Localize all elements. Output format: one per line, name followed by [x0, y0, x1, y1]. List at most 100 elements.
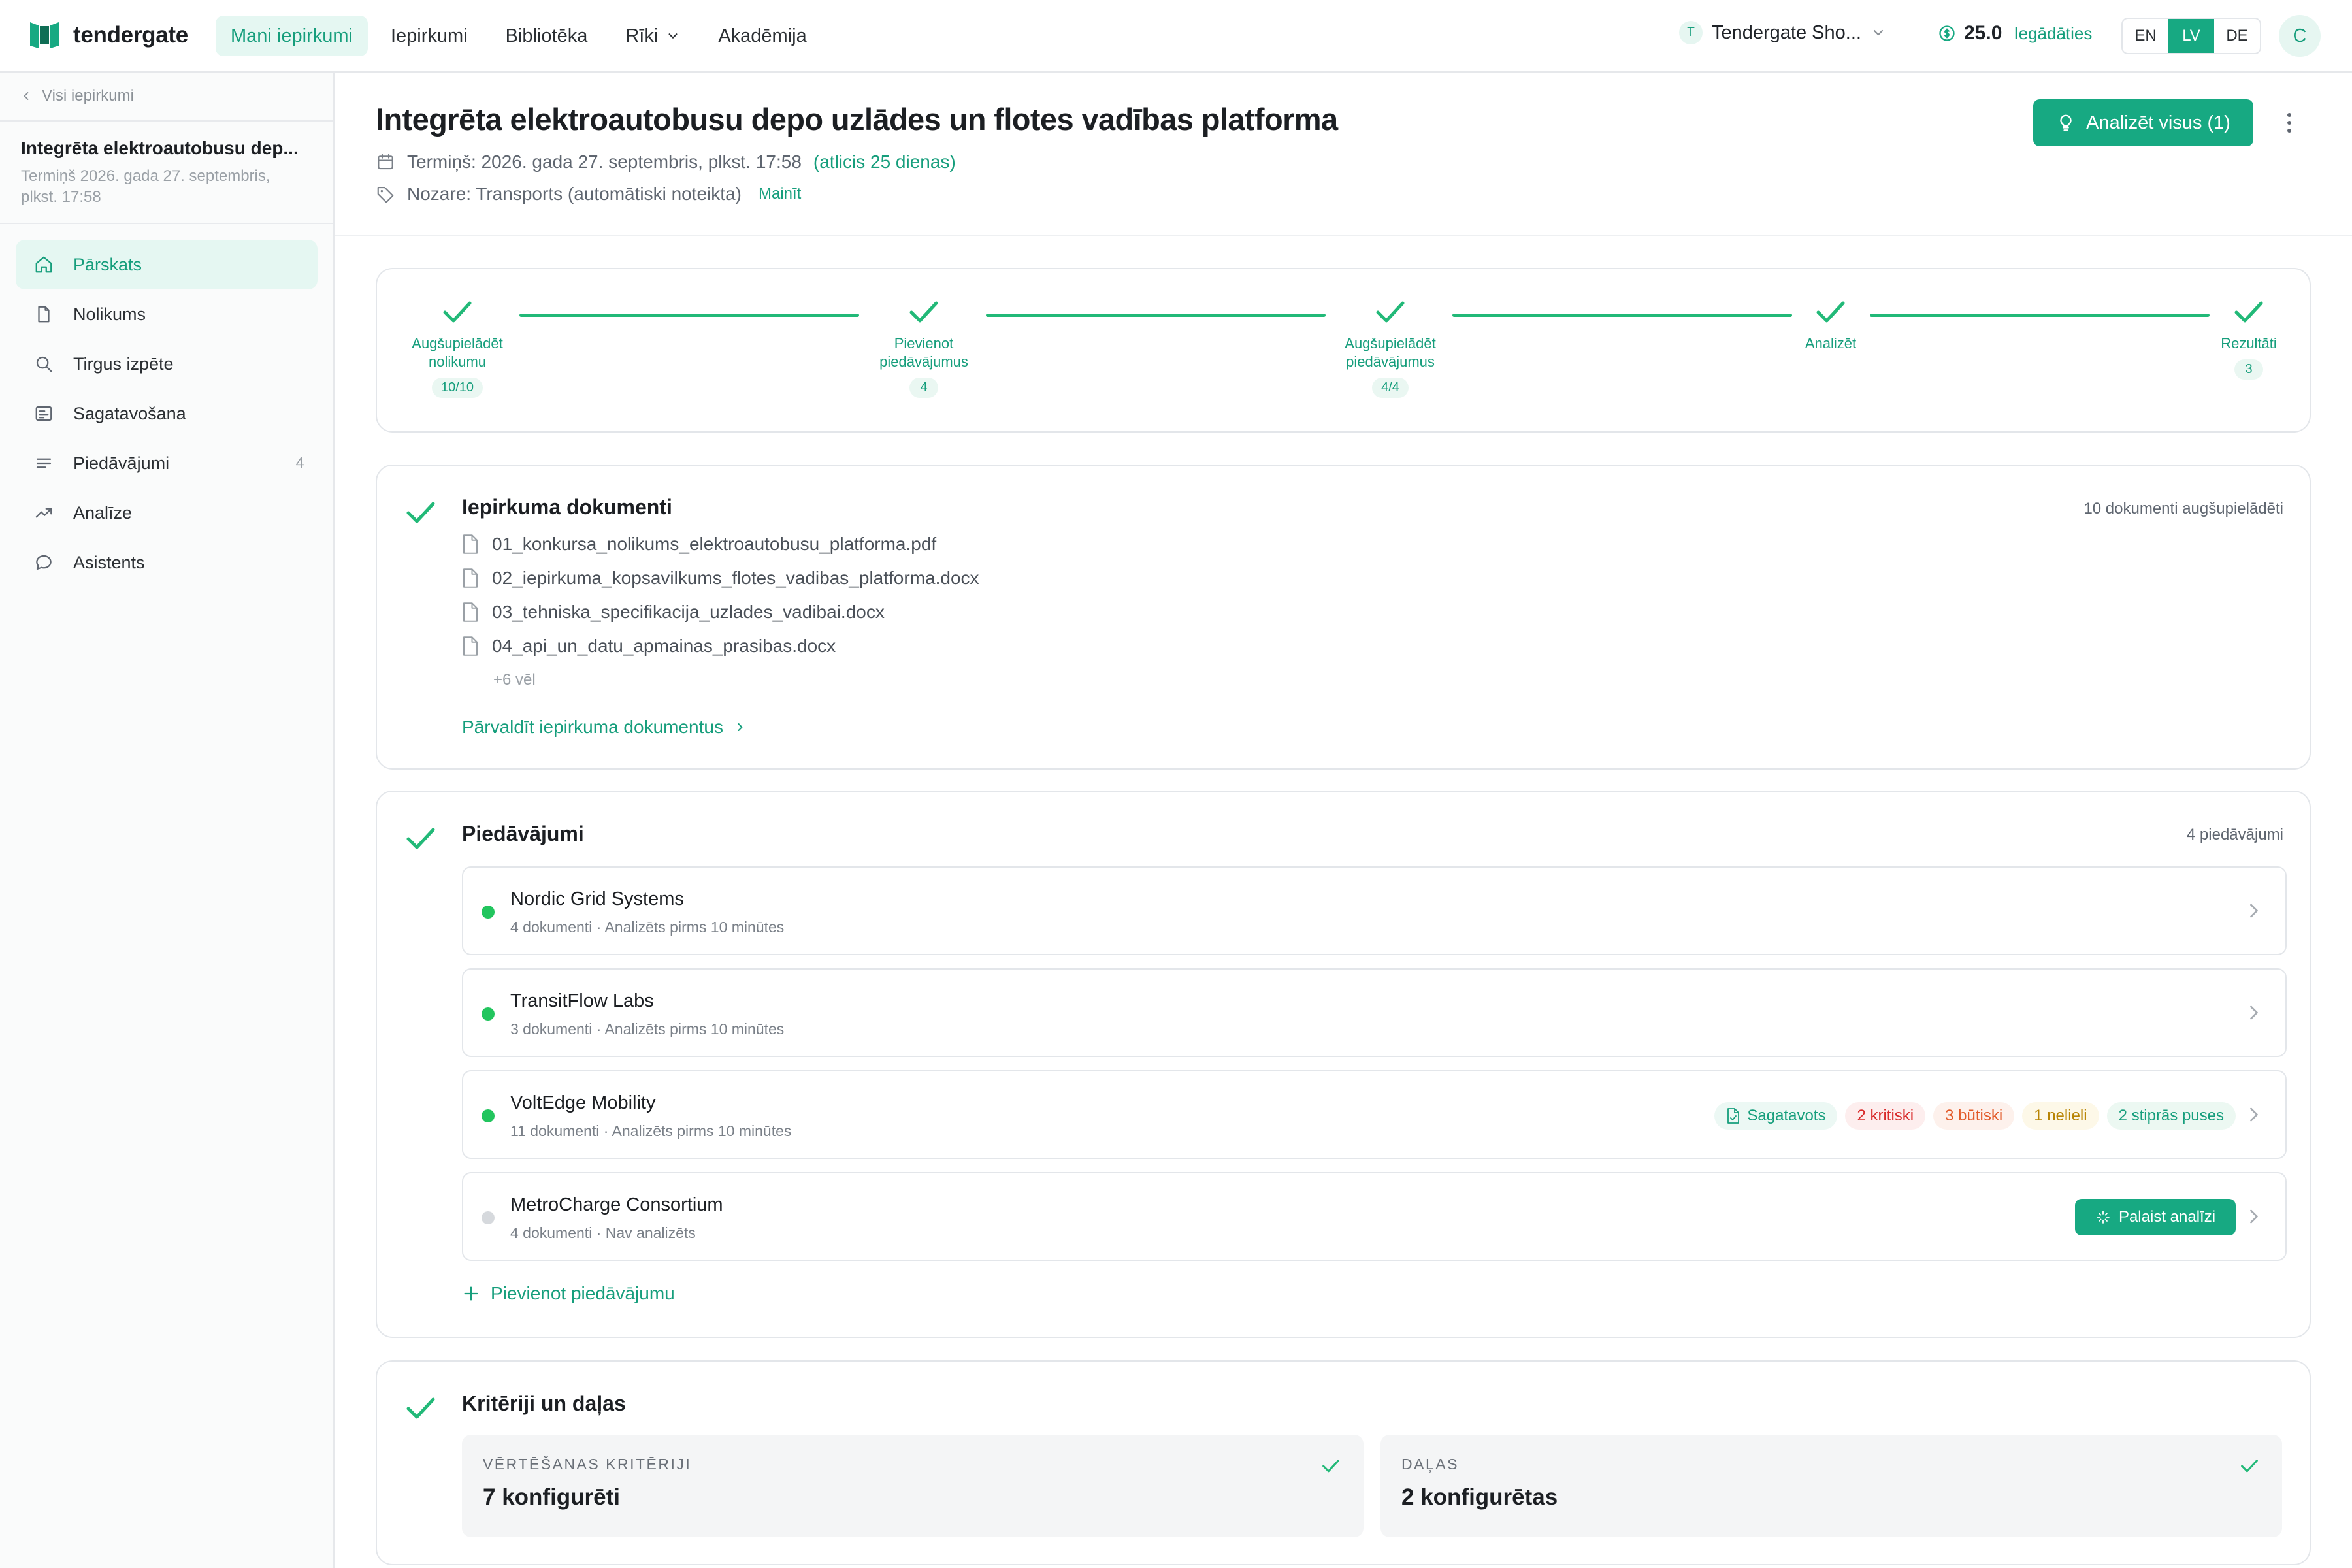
file-icon: [463, 602, 478, 622]
document-item[interactable]: 02_iepirkuma_kopsavilkums_flotes_vadibas…: [462, 568, 979, 589]
organization-switcher[interactable]: T Tendergate Sho...: [1679, 21, 1886, 44]
prepared-badge: Sagatavots: [1714, 1102, 1838, 1130]
back-label: Visi iepirkumi: [42, 87, 134, 105]
sidebar-item-label: Nolikums: [73, 304, 146, 324]
analyze-all-button[interactable]: Analizēt visus (1): [2033, 99, 2253, 146]
sidebar-item-label: Piedāvājumi: [73, 453, 170, 473]
nav-academy[interactable]: Akadēmija: [703, 16, 821, 56]
sidebar-item-regulations[interactable]: Nolikums: [16, 289, 318, 339]
deadline-remaining: (atlicis 25 dienas): [813, 152, 956, 172]
lang-en[interactable]: EN: [2123, 19, 2168, 53]
user-avatar[interactable]: C: [2279, 15, 2321, 57]
brand-name: tendergate: [73, 22, 188, 48]
minor-badge: 1 nelieli: [2022, 1102, 2099, 1130]
header-divider: [335, 235, 2352, 236]
evaluation-criteria-box[interactable]: VĒRTĒŠANAS KRITĒRIJI 7 konfigurēti: [462, 1435, 1364, 1537]
buy-credits-link[interactable]: Iegādāties: [2014, 24, 2092, 44]
file-icon: [463, 534, 478, 554]
bid-meta: 11 dokumenti · Analizēts pirms 10 minūte…: [510, 1122, 792, 1139]
card-title: Piedāvājumi: [462, 822, 584, 845]
nav-label: Bibliotēka: [505, 25, 588, 46]
divider: [0, 223, 333, 224]
document-item[interactable]: 03_tehniska_specifikacija_uzlades_vadiba…: [462, 602, 885, 623]
bids-card: Piedāvājumi 4 piedāvājumi Nordic Grid Sy…: [376, 791, 2311, 1338]
sidebar-item-assistant[interactable]: Asistents: [16, 538, 318, 587]
bid-name: MetroCharge Consortium: [510, 1194, 723, 1215]
bid-tags: Sagatavots 2 kritiski 3 būtiski 1 neliel…: [1714, 1102, 2236, 1130]
lang-de[interactable]: DE: [2214, 19, 2260, 53]
credits-balance: 25.0 Iegādāties: [1938, 22, 2092, 44]
bid-name: TransitFlow Labs: [510, 990, 654, 1011]
check-icon: [443, 301, 472, 323]
status-dot: [482, 1007, 495, 1021]
document-icon: [33, 303, 55, 325]
bid-row[interactable]: TransitFlow Labs 3 dokumenti · Analizēts…: [462, 968, 2287, 1057]
nav-tools-dropdown[interactable]: Rīki: [610, 16, 695, 56]
sparkle-icon: [2097, 1211, 2110, 1224]
nav-tenders[interactable]: Iepirkumi: [376, 16, 483, 56]
file-check-icon: [1727, 1108, 1740, 1124]
bid-row[interactable]: MetroCharge Consortium 4 dokumenti · Nav…: [462, 1172, 2287, 1261]
document-item[interactable]: 04_api_un_datu_apmainas_prasibas.docx: [462, 636, 836, 657]
sector-text: Nozare: Transports (automātiski noteikta…: [407, 184, 742, 204]
bid-meta: 4 dokumenti · Nav analizēts: [510, 1224, 696, 1241]
plus-icon: [464, 1286, 478, 1301]
check-icon: [1376, 301, 1405, 323]
document-name: 01_konkursa_nolikums_elektroautobusu_pla…: [492, 534, 937, 554]
nav-my-tenders[interactable]: Mani iepirkumi: [216, 16, 368, 56]
step-analyze[interactable]: Analizēt: [1798, 299, 1863, 353]
step-results[interactable]: Rezultāti 3: [2213, 299, 2285, 380]
sidebar-tender-title: Integrēta elektroautobusu dep...: [21, 138, 299, 158]
status-dot: [482, 906, 495, 919]
sidebar-item-label: Pārskats: [73, 254, 142, 274]
more-options-button[interactable]: [2276, 108, 2302, 137]
step-upload-bids[interactable]: Augšupielādēt piedāvājumus 4/4: [1331, 299, 1449, 398]
chevron-right-icon: [2250, 1107, 2258, 1122]
check-icon: [1322, 1460, 1339, 1473]
step-add-bids[interactable]: Pievienot piedāvājumus 4: [865, 299, 983, 398]
more-vertical-icon: [2287, 113, 2291, 133]
tender-documents-card: Iepirkuma dokumenti 10 dokumenti augšupi…: [376, 465, 2311, 770]
chat-icon: [33, 551, 55, 574]
lang-lv[interactable]: LV: [2168, 19, 2214, 53]
sidebar: Visi iepirkumi Integrēta elektroautobusu…: [0, 73, 335, 1568]
critical-badge: 2 kritiski: [1845, 1102, 1926, 1130]
nav-library[interactable]: Bibliotēka: [491, 16, 603, 56]
prepared-label: Sagatavots: [1747, 1107, 1826, 1124]
lots-value: 2 konfigurētas: [1401, 1484, 1558, 1510]
step-connector: [1870, 314, 2210, 317]
run-analysis-label: Palaist analīzi: [2118, 1208, 2216, 1226]
criteria-value: 7 konfigurēti: [483, 1484, 621, 1510]
bid-row[interactable]: Nordic Grid Systems 4 dokumenti · Analiz…: [462, 866, 2287, 955]
check-icon: [406, 502, 435, 523]
run-analysis-button[interactable]: Palaist analīzi: [2075, 1199, 2236, 1235]
step-label: Augšupielādēt nolikumu: [412, 335, 503, 370]
file-icon: [463, 568, 478, 588]
add-bid-link[interactable]: Pievienot piedāvājumu: [462, 1283, 675, 1304]
sidebar-item-analysis[interactable]: Analīze: [16, 488, 318, 538]
more-documents-text: +6 vēl: [493, 671, 536, 689]
bid-meta: 3 dokumenti · Analizēts pirms 10 minūtes: [510, 1021, 785, 1037]
document-item[interactable]: 01_konkursa_nolikums_elektroautobusu_pla…: [462, 534, 936, 555]
manage-documents-link[interactable]: Pārvaldīt iepirkuma dokumentus: [462, 717, 747, 738]
bid-row[interactable]: VoltEdge Mobility 11 dokumenti · Analizē…: [462, 1070, 2287, 1159]
chevron-right-icon: [2250, 1209, 2258, 1224]
criteria-label: VĒRTĒŠANAS KRITĒRIJI: [483, 1456, 692, 1473]
sidebar-item-market-research[interactable]: Tirgus izpēte: [16, 339, 318, 389]
document-name: 03_tehniska_specifikacija_uzlades_vadiba…: [492, 602, 885, 622]
sidebar-item-preparation[interactable]: Sagatavošana: [16, 389, 318, 438]
brand-logo[interactable]: tendergate: [30, 22, 188, 48]
change-sector-link[interactable]: Mainīt: [759, 185, 801, 203]
sidebar-item-bids[interactable]: Piedāvājumi 4: [16, 438, 318, 488]
step-upload-regulations[interactable]: Augšupielādēt nolikumu 10/10: [399, 299, 516, 398]
chevron-left-icon: [24, 92, 29, 100]
page-title: Integrēta elektroautobusu depo uzlādes u…: [376, 102, 1338, 137]
sidebar-item-overview[interactable]: Pārskats: [16, 240, 318, 289]
chevron-right-icon: [2250, 1005, 2258, 1020]
sector-row: Nozare: Transports (automātiski noteikta…: [376, 184, 801, 204]
lots-box[interactable]: DAĻAS 2 konfigurētas: [1380, 1435, 2282, 1537]
calendar-icon: [378, 154, 393, 170]
org-name: Tendergate Sho...: [1712, 22, 1861, 43]
back-to-all-tenders[interactable]: Visi iepirkumi: [20, 87, 134, 105]
progress-stepper: Augšupielādēt nolikumu 10/10 Pievienot pie…: [376, 268, 2311, 433]
